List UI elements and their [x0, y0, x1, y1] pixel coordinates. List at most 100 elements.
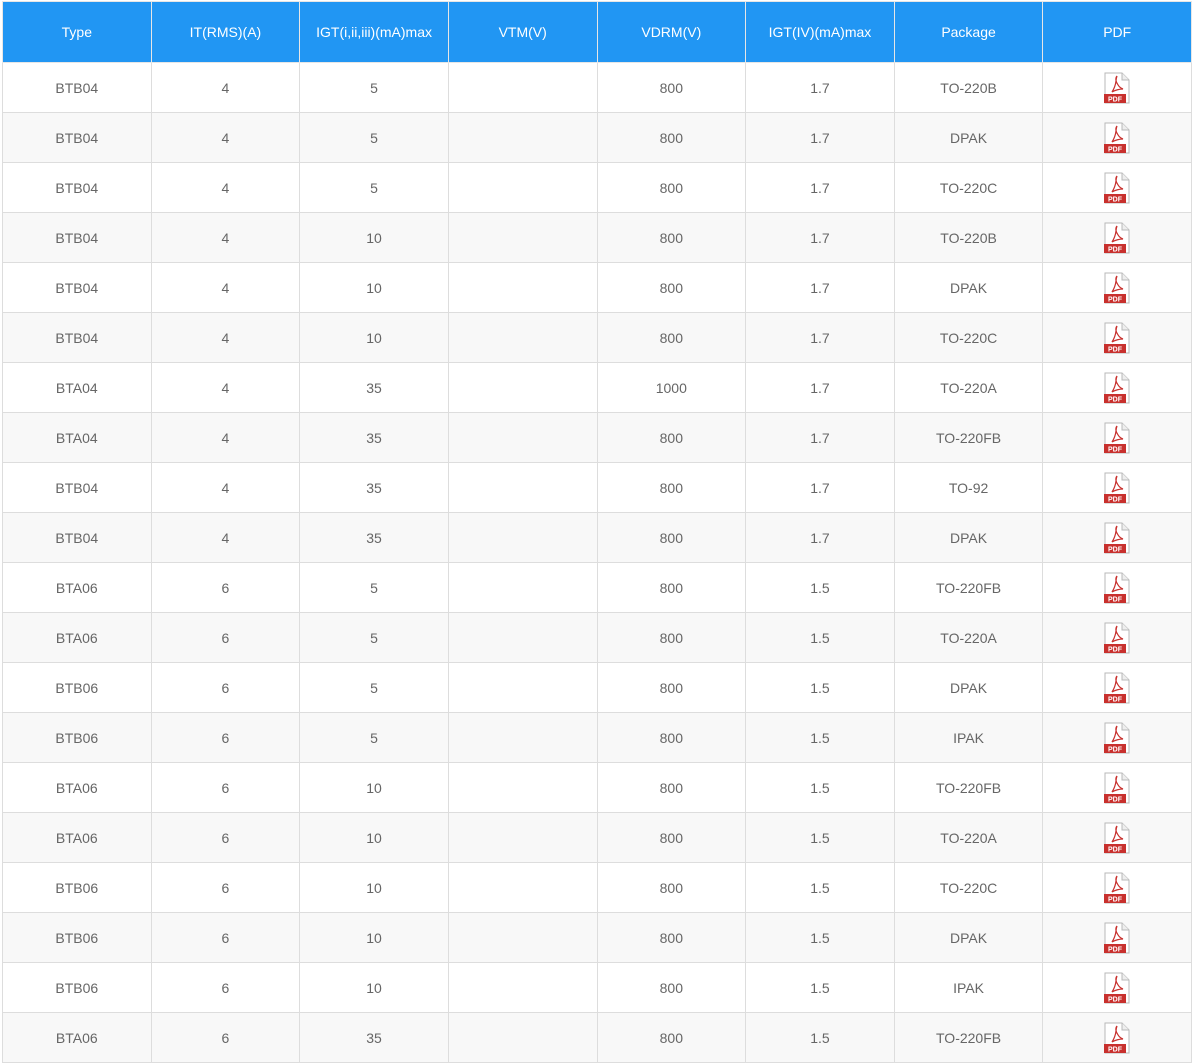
- cell-vdrm: 800: [596, 662, 747, 713]
- pdf-download-icon[interactable]: PDF: [1104, 372, 1130, 404]
- cell-vtm: [447, 862, 598, 913]
- cell-vtm: [447, 612, 598, 663]
- svg-text:PDF: PDF: [1108, 196, 1123, 203]
- cell-vtm: [447, 912, 598, 963]
- pdf-download-icon[interactable]: PDF: [1104, 172, 1130, 204]
- svg-text:PDF: PDF: [1108, 246, 1123, 253]
- cell-igt-i-ii-iii: 35: [299, 412, 449, 463]
- svg-text:PDF: PDF: [1108, 296, 1123, 303]
- table-row: BTA06 6 5 800 1.5 TO-220FB PDF: [2, 562, 1192, 613]
- pdf-download-icon[interactable]: PDF: [1104, 1022, 1130, 1054]
- cell-it-rms: 4: [150, 62, 301, 113]
- table-row: BTB04 4 5 800 1.7 TO-220B PDF: [2, 62, 1192, 113]
- cell-pdf: PDF: [1042, 312, 1192, 363]
- svg-text:PDF: PDF: [1108, 446, 1123, 453]
- cell-type: BTB04: [2, 162, 152, 213]
- table-row: BTA06 6 35 800 1.5 TO-220FB PDF: [2, 1012, 1192, 1063]
- cell-package: TO-220C: [893, 862, 1044, 913]
- svg-text:PDF: PDF: [1108, 896, 1123, 903]
- cell-type: BTB06: [2, 662, 152, 713]
- table-row: BTA06 6 5 800 1.5 TO-220A PDF: [2, 612, 1192, 663]
- pdf-download-icon[interactable]: PDF: [1104, 722, 1130, 754]
- cell-package: TO-220C: [893, 162, 1044, 213]
- table-row: BTB04 4 10 800 1.7 TO-220B PDF: [2, 212, 1192, 263]
- cell-igt-i-ii-iii: 10: [299, 812, 449, 863]
- cell-type: BTB04: [2, 312, 152, 363]
- cell-vtm: [447, 362, 598, 413]
- pdf-download-icon[interactable]: PDF: [1104, 972, 1130, 1004]
- cell-igt-iv: 1.5: [745, 562, 895, 613]
- pdf-download-icon[interactable]: PDF: [1104, 522, 1130, 554]
- pdf-download-icon[interactable]: PDF: [1104, 322, 1130, 354]
- cell-it-rms: 6: [150, 712, 301, 763]
- cell-vtm: [447, 312, 598, 363]
- cell-package: TO-220B: [893, 62, 1044, 113]
- pdf-download-icon[interactable]: PDF: [1104, 72, 1130, 104]
- cell-igt-i-ii-iii: 10: [299, 862, 449, 913]
- pdf-download-icon[interactable]: PDF: [1104, 472, 1130, 504]
- cell-vdrm: 1000: [596, 362, 747, 413]
- cell-it-rms: 6: [150, 612, 301, 663]
- cell-package: TO-220FB: [893, 762, 1044, 813]
- cell-pdf: PDF: [1042, 462, 1192, 513]
- cell-igt-i-ii-iii: 35: [299, 512, 449, 563]
- cell-igt-i-ii-iii: 10: [299, 312, 449, 363]
- cell-vtm: [447, 662, 598, 713]
- cell-igt-i-ii-iii: 5: [299, 162, 449, 213]
- column-header-pdf: PDF: [1042, 1, 1192, 63]
- pdf-download-icon[interactable]: PDF: [1104, 572, 1130, 604]
- cell-it-rms: 4: [150, 312, 301, 363]
- cell-igt-iv: 1.7: [745, 512, 895, 563]
- pdf-download-icon[interactable]: PDF: [1104, 222, 1130, 254]
- cell-package: DPAK: [893, 262, 1044, 313]
- cell-igt-iv: 1.5: [745, 912, 895, 963]
- table-row: BTA06 6 10 800 1.5 TO-220A PDF: [2, 812, 1192, 863]
- pdf-download-icon[interactable]: PDF: [1104, 122, 1130, 154]
- cell-vdrm: 800: [596, 562, 747, 613]
- cell-igt-i-ii-iii: 10: [299, 962, 449, 1013]
- pdf-download-icon[interactable]: PDF: [1104, 772, 1130, 804]
- pdf-download-icon[interactable]: PDF: [1104, 872, 1130, 904]
- cell-it-rms: 6: [150, 812, 301, 863]
- table-row: BTA06 6 10 800 1.5 TO-220FB PDF: [2, 762, 1192, 813]
- pdf-download-icon[interactable]: PDF: [1104, 272, 1130, 304]
- cell-igt-i-ii-iii: 5: [299, 612, 449, 663]
- product-table: Type IT(RMS)(A) IGT(i,ii,iii)(mA)max VTM…: [2, 1, 1192, 1063]
- pdf-download-icon[interactable]: PDF: [1104, 422, 1130, 454]
- cell-igt-i-ii-iii: 5: [299, 62, 449, 113]
- cell-type: BTB04: [2, 212, 152, 263]
- pdf-download-icon[interactable]: PDF: [1104, 672, 1130, 704]
- column-header-package: Package: [893, 1, 1044, 63]
- table-row: BTB06 6 10 800 1.5 TO-220C PDF: [2, 862, 1192, 913]
- cell-pdf: PDF: [1042, 162, 1192, 213]
- column-header-it-rms: IT(RMS)(A): [150, 1, 301, 63]
- cell-pdf: PDF: [1042, 662, 1192, 713]
- cell-type: BTA06: [2, 562, 152, 613]
- cell-pdf: PDF: [1042, 762, 1192, 813]
- cell-vtm: [447, 262, 598, 313]
- pdf-download-icon[interactable]: PDF: [1104, 622, 1130, 654]
- table-row: BTA04 4 35 1000 1.7 TO-220A PDF: [2, 362, 1192, 413]
- cell-package: TO-220FB: [893, 412, 1044, 463]
- cell-vdrm: 800: [596, 512, 747, 563]
- cell-vtm: [447, 712, 598, 763]
- svg-text:PDF: PDF: [1108, 146, 1123, 153]
- cell-vtm: [447, 812, 598, 863]
- cell-it-rms: 6: [150, 762, 301, 813]
- cell-type: BTB04: [2, 512, 152, 563]
- cell-pdf: PDF: [1042, 362, 1192, 413]
- cell-package: DPAK: [893, 912, 1044, 963]
- cell-igt-iv: 1.7: [745, 412, 895, 463]
- cell-igt-i-ii-iii: 35: [299, 462, 449, 513]
- svg-text:PDF: PDF: [1108, 696, 1123, 703]
- cell-pdf: PDF: [1042, 1012, 1192, 1063]
- table-row: BTB06 6 5 800 1.5 DPAK PDF: [2, 662, 1192, 713]
- header-row: Type IT(RMS)(A) IGT(i,ii,iii)(mA)max VTM…: [2, 1, 1192, 63]
- cell-package: TO-220B: [893, 212, 1044, 263]
- pdf-download-icon[interactable]: PDF: [1104, 822, 1130, 854]
- cell-vdrm: 800: [596, 62, 747, 113]
- cell-vtm: [447, 62, 598, 113]
- cell-igt-iv: 1.7: [745, 212, 895, 263]
- cell-vdrm: 800: [596, 762, 747, 813]
- pdf-download-icon[interactable]: PDF: [1104, 922, 1130, 954]
